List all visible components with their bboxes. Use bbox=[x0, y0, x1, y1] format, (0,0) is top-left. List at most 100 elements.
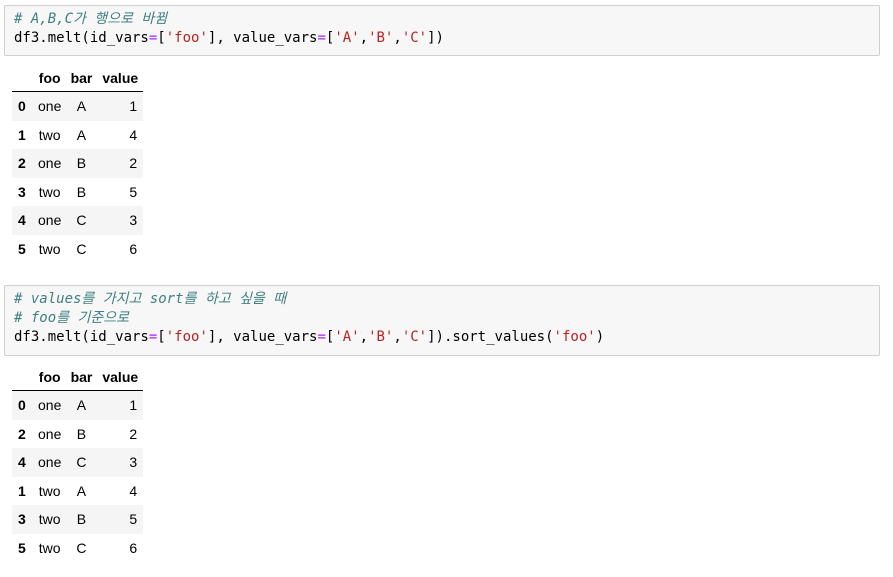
dataframe-output-2: foo bar value 0 one A 1 2 one B 2 4 one C 3 1 two A 4 3 t… bbox=[12, 363, 144, 562]
column-header-bar: bar bbox=[65, 64, 98, 92]
table-row: 1 two A 4 bbox=[12, 120, 144, 149]
cell-bar: C bbox=[76, 539, 87, 556]
cell-foo: two bbox=[38, 183, 61, 200]
code-text: , bbox=[359, 329, 369, 345]
code-line: df3.melt(id_vars=['foo'], value_vars=['A… bbox=[14, 29, 879, 48]
index-header bbox=[12, 363, 34, 391]
code-string: 'B' bbox=[368, 30, 394, 46]
cell-value: 2 bbox=[129, 425, 138, 442]
cell-value: 6 bbox=[129, 240, 138, 257]
code-string: 'foo' bbox=[165, 30, 208, 46]
table-row: 1 two A 4 bbox=[12, 476, 144, 505]
row-index: 2 bbox=[18, 425, 26, 442]
row-index: 1 bbox=[18, 482, 26, 499]
code-text: [ bbox=[157, 30, 166, 46]
column-header-bar: bar bbox=[65, 363, 98, 391]
table-header-row: foo bar value bbox=[12, 64, 144, 92]
table-row: 2 one B 2 bbox=[12, 149, 144, 178]
code-line: # foo를 기준으로 bbox=[14, 309, 879, 328]
cell-foo: two bbox=[38, 539, 61, 556]
row-index: 5 bbox=[18, 539, 26, 556]
cell-value: 3 bbox=[129, 454, 138, 471]
cell-foo: one bbox=[38, 98, 62, 115]
row-index: 3 bbox=[18, 183, 26, 200]
code-text: ], value_vars bbox=[207, 329, 318, 345]
cell-bar: B bbox=[76, 425, 87, 442]
cell-value: 3 bbox=[129, 212, 138, 229]
code-string: 'C' bbox=[401, 30, 428, 46]
cell-bar: C bbox=[76, 212, 87, 229]
code-string: 'foo' bbox=[553, 329, 596, 345]
code-line: # values를 가지고 sort를 하고 싶을 때 bbox=[14, 290, 879, 309]
cell-value: 1 bbox=[129, 98, 138, 115]
table-header-row: foo bar value bbox=[12, 363, 144, 391]
cell-value: 6 bbox=[129, 539, 138, 556]
code-line: df3.melt(id_vars=['foo'], value_vars=['A… bbox=[14, 328, 879, 347]
code-comment: # foo를 기준으로 bbox=[14, 310, 129, 326]
column-header-foo: foo bbox=[33, 64, 66, 92]
code-string: 'C' bbox=[401, 329, 428, 345]
cell-bar: B bbox=[76, 183, 87, 200]
cell-value: 5 bbox=[129, 511, 138, 528]
cell-foo: two bbox=[38, 482, 61, 499]
table-row: 5 two C 6 bbox=[12, 533, 144, 562]
column-header-foo: foo bbox=[33, 363, 66, 391]
code-string: 'A' bbox=[334, 30, 360, 46]
table-row: 4 one C 3 bbox=[12, 448, 144, 477]
cell-foo: two bbox=[38, 240, 61, 257]
cell-bar: B bbox=[76, 155, 87, 172]
table-row: 5 two C 6 bbox=[12, 234, 144, 263]
cell-foo: two bbox=[38, 126, 61, 143]
index-header bbox=[12, 64, 34, 92]
code-comment: # A,B,C가 행으로 바뀜 bbox=[14, 11, 168, 27]
code-text: ) bbox=[595, 329, 605, 345]
table-row: 0 one A 1 bbox=[12, 390, 144, 420]
row-index: 0 bbox=[18, 397, 26, 414]
code-operator: = bbox=[317, 329, 326, 345]
cell-foo: one bbox=[38, 397, 62, 414]
dataframe-output-1: foo bar value 0 one A 1 1 two A 4 2 one B 2 3 two B 5 4 o… bbox=[12, 64, 144, 263]
cell-foo: one bbox=[38, 155, 62, 172]
table-row: 3 two B 5 bbox=[12, 177, 144, 206]
cell-value: 5 bbox=[129, 183, 138, 200]
code-string: 'B' bbox=[368, 329, 394, 345]
code-comment: # values를 가지고 sort를 하고 싶을 때 bbox=[14, 291, 287, 307]
cell-bar: A bbox=[76, 482, 87, 499]
cell-value: 4 bbox=[129, 482, 138, 499]
cell-foo: one bbox=[38, 454, 62, 471]
code-operator: = bbox=[317, 30, 326, 46]
code-line: # A,B,C가 행으로 바뀜 bbox=[14, 10, 879, 29]
row-index: 5 bbox=[18, 240, 26, 257]
cell-foo: two bbox=[38, 511, 61, 528]
row-index: 0 bbox=[18, 98, 26, 115]
cell-bar: A bbox=[76, 397, 87, 414]
row-index: 3 bbox=[18, 511, 26, 528]
code-text: , bbox=[393, 329, 402, 345]
cell-value: 1 bbox=[129, 397, 138, 414]
code-cell-2-input[interactable]: # values를 가지고 sort를 하고 싶을 때 # foo를 기준으로 df… bbox=[4, 285, 880, 356]
code-text: df3.melt(id_vars bbox=[14, 329, 149, 345]
cell-bar: C bbox=[76, 454, 87, 471]
cell-bar: C bbox=[76, 240, 87, 257]
code-text: , bbox=[393, 30, 402, 46]
code-text: ]).sort_values( bbox=[427, 329, 554, 345]
row-index: 4 bbox=[18, 454, 26, 471]
row-index: 1 bbox=[18, 126, 26, 143]
cell-foo: one bbox=[38, 212, 62, 229]
cell-bar: A bbox=[76, 126, 87, 143]
cell-foo: one bbox=[38, 425, 62, 442]
table-row: 2 one B 2 bbox=[12, 419, 144, 448]
code-string: 'foo' bbox=[165, 329, 208, 345]
code-text: ], value_vars bbox=[207, 30, 318, 46]
cell-bar: B bbox=[76, 511, 87, 528]
code-cell-1-input[interactable]: # A,B,C가 행으로 바뀜 df3.melt(id_vars = ['foo'],… bbox=[4, 5, 880, 56]
code-text: , bbox=[359, 30, 369, 46]
table-row: 3 two B 5 bbox=[12, 505, 144, 534]
cell-bar: A bbox=[76, 98, 87, 115]
cell-value: 4 bbox=[129, 126, 138, 143]
table-row: 0 one A 1 bbox=[12, 91, 144, 121]
column-header-value: value bbox=[97, 64, 144, 92]
table-row: 4 one C 3 bbox=[12, 206, 144, 235]
code-string: 'A' bbox=[334, 329, 360, 345]
row-index: 2 bbox=[18, 155, 26, 172]
